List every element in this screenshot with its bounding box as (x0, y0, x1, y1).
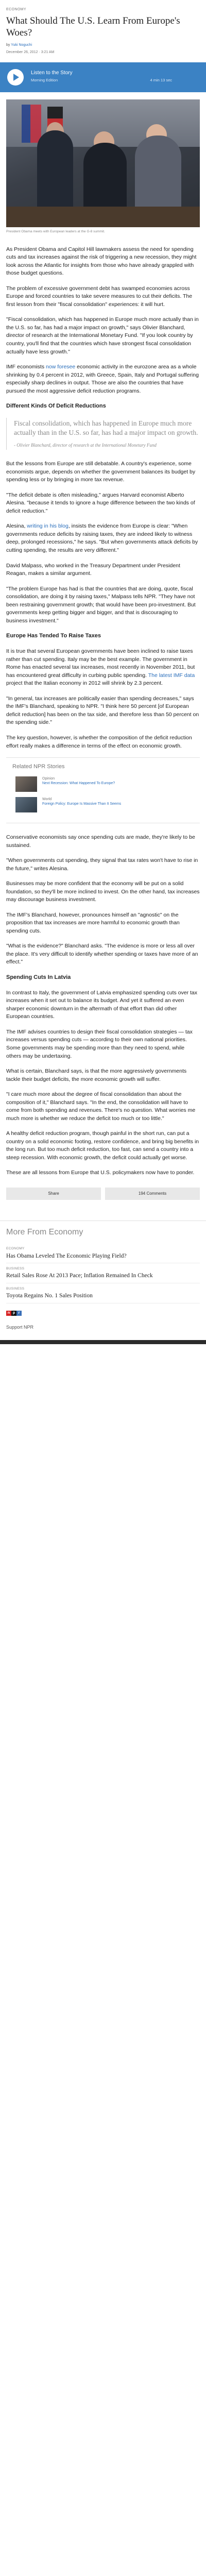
flag-graphic (22, 105, 41, 143)
support-link[interactable]: Support NPR (6, 1324, 200, 1340)
footer-band (0, 1340, 206, 1344)
paragraph: The IMF advises countries to design thei… (6, 1028, 193, 1059)
inline-link[interactable]: writing in his blog (27, 523, 68, 529)
pull-quote-attribution: - Olivier Blanchard, director of researc… (14, 443, 157, 448)
related-item[interactable]: Opinion Next Recession: What Happened To… (15, 776, 194, 792)
inline-link[interactable]: The latest IMF data (148, 672, 195, 679)
inline-link[interactable]: now foresee (46, 364, 75, 370)
share-button[interactable]: Share (6, 1187, 101, 1200)
paragraph: Businesses may be more confident that th… (6, 880, 200, 903)
section-tag[interactable]: Economy (6, 7, 200, 12)
paragraph: The key question, however, is whether th… (6, 734, 192, 749)
section-heading: Europe Has Tended To Raise Taxes (6, 633, 101, 639)
more-from-section: More From Economy Economy Has Obama Leve… (0, 1220, 206, 1303)
related-kicker: World (42, 797, 52, 801)
more-title: More From Economy (6, 1227, 83, 1236)
related-thumbnail[interactable] (15, 796, 37, 812)
more-kicker: Economy (6, 1247, 25, 1251)
audio-duration: 4 min 13 sec (150, 78, 172, 83)
audio-show: Morning Edition (31, 78, 58, 83)
related-link[interactable]: Next Recession: What Happened To Europe? (42, 781, 115, 786)
share-bar: Share 194 Comments (6, 1187, 200, 1200)
article-headline: What Should The U.S. Learn From Europe's… (6, 15, 180, 38)
related-thumbnail[interactable] (15, 776, 37, 792)
npr-logo[interactable]: n p r (6, 1310, 200, 1316)
audio-title: Listen to the Story (31, 70, 73, 76)
paragraph: "The problem Europe has had is that the … (6, 585, 196, 624)
more-link[interactable]: Retail Sales Rose At 2013 Pace; Inflatio… (6, 1272, 200, 1279)
paragraph: What is certain, Blanchard says, is that… (6, 1068, 187, 1082)
paragraph: It is true that several European governm… (6, 648, 195, 687)
more-item[interactable]: Business Retail Sales Rose At 2013 Pace;… (6, 1263, 200, 1283)
more-kicker: Business (6, 1266, 25, 1270)
more-item[interactable]: Economy Has Obama Leveled The Economic P… (6, 1243, 200, 1263)
related-kicker: Opinion (42, 776, 55, 781)
section-heading: Spending Cuts In Latvia (6, 974, 71, 980)
more-link[interactable]: Has Obama Leveled The Economic Playing F… (6, 1252, 200, 1260)
article-photo (6, 99, 200, 228)
related-link[interactable]: Foreign Policy: Europe Is Massive Than I… (42, 802, 121, 806)
more-link[interactable]: Toyota Regains No. 1 Sales Position (6, 1292, 200, 1299)
author-link[interactable]: Yuki Noguchi (11, 43, 32, 47)
article-page: Economy What Should The U.S. Learn From … (0, 0, 206, 1344)
more-item[interactable]: Business Toyota Regains No. 1 Sales Posi… (6, 1283, 200, 1303)
audio-player[interactable]: Listen to the Story Morning Edition 4 mi… (0, 62, 206, 93)
paragraph: Conservative economists say once spendin… (6, 834, 195, 849)
play-icon[interactable] (7, 69, 24, 86)
paragraph: David Malpass, who worked in the Treasur… (6, 562, 180, 577)
article-body: As President Obama and Capitol Hill lawm… (6, 246, 200, 1200)
more-kicker: Business (6, 1286, 25, 1291)
logo-letter: p (11, 1310, 16, 1316)
paragraph: The IMF's Blanchard, however, pronounces… (6, 911, 180, 934)
paragraph: IMF economists now foresee economic acti… (6, 364, 199, 394)
paragraph: "What is the evidence?" Blanchard asks. … (6, 943, 198, 965)
byline-prefix: by (6, 43, 10, 47)
comments-button[interactable]: 194 Comments (105, 1187, 200, 1200)
paragraph: Alesina, writing in his blog, insists th… (6, 523, 198, 554)
paragraph: A healthy deficit reduction program, tho… (6, 1130, 199, 1161)
logo-letter: r (16, 1310, 22, 1316)
paragraph: The problem of excessive government debt… (6, 285, 193, 308)
paragraph: As President Obama and Capitol Hill lawm… (6, 246, 197, 277)
paragraph: "I care much more about the degree of fi… (6, 1091, 196, 1122)
pull-quote: Fiscal consolidation, which has happened… (6, 418, 200, 450)
section-heading: Different Kinds Of Deficit Reductions (6, 403, 106, 410)
related-title: Related NPR Stories (12, 764, 65, 770)
pull-quote-text: Fiscal consolidation, which has happened… (14, 419, 198, 436)
photo-caption: President Obama meets with European lead… (6, 230, 105, 234)
paragraph: These are all lessons from Europe that U… (6, 1170, 195, 1176)
dateline: December 26, 2012 · 3:21 AM (6, 50, 55, 55)
paragraph: "Fiscal consolidation, which has happene… (6, 316, 199, 355)
related-stories: Related NPR Stories Opinion Next Recessi… (6, 757, 200, 823)
paragraph: In contrast to Italy, the government of … (6, 989, 198, 1020)
byline: by Yuki Noguchi (6, 43, 200, 48)
paragraph: But the lessons from Europe are still de… (6, 461, 196, 483)
paragraph: "The deficit debate is often misleading,… (6, 492, 195, 514)
logo-letter: n (6, 1310, 11, 1316)
paragraph: "In general, tax increases are political… (6, 695, 199, 726)
paragraph: "When governments cut spending, they sig… (6, 857, 198, 872)
related-item[interactable]: World Foreign Policy: Europe Is Massive … (15, 796, 194, 812)
